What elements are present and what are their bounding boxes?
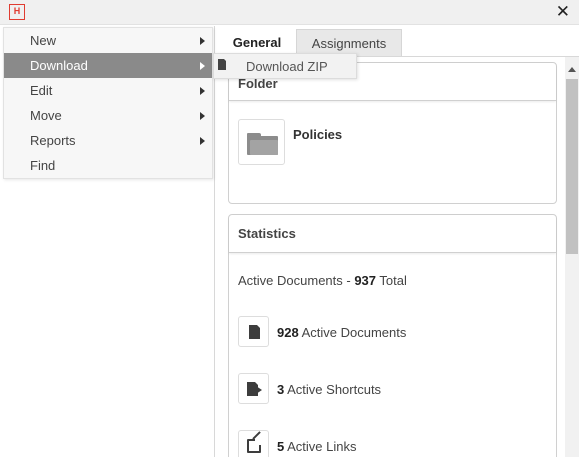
chevron-right-icon xyxy=(200,37,205,45)
menu-item-label: Move xyxy=(30,108,62,123)
close-button[interactable]: ✕ xyxy=(556,3,570,21)
document-icon xyxy=(238,316,269,347)
external-link-icon xyxy=(238,430,269,457)
chevron-right-icon xyxy=(200,62,205,70)
download-zip-item[interactable]: Download ZIP xyxy=(246,54,328,80)
tab-assignments[interactable]: Assignments xyxy=(296,29,402,56)
tab-general[interactable]: General xyxy=(219,29,295,56)
left-pane: New Download Edit Move Reports Find xyxy=(0,26,215,457)
title-bar: H ✕ xyxy=(0,0,579,25)
menu-item-download[interactable]: Download xyxy=(4,53,212,78)
stat-row-links: 5 Active Links xyxy=(238,430,538,457)
scroll-up-icon[interactable] xyxy=(568,67,576,72)
menu-item-label: New xyxy=(30,33,57,48)
download-submenu: Download ZIP xyxy=(213,53,357,79)
general-content: Folder Policies Statistics Active Docume… xyxy=(217,57,565,457)
folder-name: Policies xyxy=(293,127,343,142)
chevron-right-icon xyxy=(200,137,205,145)
menu-item-new[interactable]: New xyxy=(4,28,212,53)
statistics-panel: Statistics Active Documents - 937 Total … xyxy=(228,214,557,457)
panel-header: Statistics xyxy=(229,215,556,253)
menu-item-reports[interactable]: Reports xyxy=(4,128,212,153)
chevron-right-icon xyxy=(200,87,205,95)
panel-title: Statistics xyxy=(238,226,296,241)
menu-item-find[interactable]: Find xyxy=(4,153,212,178)
chevron-right-icon xyxy=(200,112,205,120)
app-logo-icon: H xyxy=(9,4,25,20)
scroll-thumb[interactable] xyxy=(566,79,578,254)
menu-item-move[interactable]: Move xyxy=(4,103,212,128)
menu-item-label: Reports xyxy=(30,133,76,148)
folder-icon-box xyxy=(238,119,285,165)
folder-icon xyxy=(247,133,278,155)
menu-item-label: Find xyxy=(30,158,56,173)
file-zip-icon xyxy=(218,58,227,70)
stat-row-documents: 928 Active Documents xyxy=(238,316,538,348)
vertical-scrollbar[interactable] xyxy=(565,57,579,457)
stat-row-shortcuts: 3 Active Shortcuts xyxy=(238,373,538,405)
folder-panel: Folder Policies xyxy=(228,62,557,204)
shortcut-icon xyxy=(238,373,269,404)
context-menu: New Download Edit Move Reports Find xyxy=(3,27,213,179)
stats-total: Active Documents - 937 Total xyxy=(238,273,407,288)
menu-item-edit[interactable]: Edit xyxy=(4,78,212,103)
menu-item-label: Edit xyxy=(30,83,53,98)
menu-item-label: Download xyxy=(30,58,88,73)
